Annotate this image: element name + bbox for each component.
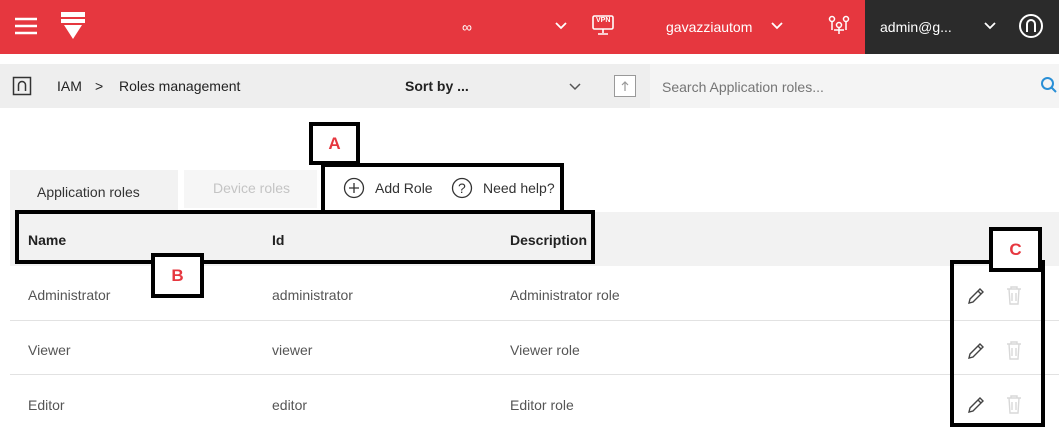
annotation-box-a <box>321 163 564 214</box>
table-row-id: editor <box>272 397 308 413</box>
tab-application-roles-label: Application roles <box>37 184 140 200</box>
annotation-box-c <box>950 260 1045 427</box>
table-row-description: Viewer role <box>510 342 580 358</box>
row-divider <box>10 320 1059 321</box>
user-chevron-down-icon[interactable] <box>982 18 998 34</box>
chevron-down-icon[interactable] <box>553 18 569 34</box>
breadcrumb-separator: > <box>95 78 104 94</box>
table-row-id: viewer <box>272 342 313 358</box>
table-row-name: Editor <box>28 397 65 413</box>
tab-application-roles[interactable]: Application roles <box>10 170 178 212</box>
sort-by-select[interactable]: Sort by ... <box>405 78 469 94</box>
tenant-chevron-down-icon[interactable] <box>769 18 785 34</box>
power-logout-icon[interactable] <box>1017 12 1045 40</box>
sort-chevron-down-icon[interactable] <box>568 80 582 94</box>
hamburger-menu-icon[interactable] <box>12 12 40 40</box>
breadcrumb-current: Roles management <box>119 78 241 94</box>
table-row-id: administrator <box>272 287 353 303</box>
table-row-description: Editor role <box>510 397 574 413</box>
vpn-label: VPN <box>596 17 611 24</box>
tab-device-roles[interactable]: Device roles <box>184 170 317 208</box>
table-row-name: Viewer <box>28 342 71 358</box>
tab-device-roles-label: Device roles <box>213 180 291 196</box>
table-row-name: Administrator <box>28 287 111 303</box>
tenant-selector[interactable]: gavazziautom <box>666 19 752 35</box>
network-nodes-icon[interactable] <box>826 12 852 38</box>
user-account-label[interactable]: admin@g... <box>880 19 952 35</box>
annotation-box-b <box>15 210 595 264</box>
app-switcher-icon[interactable] <box>12 76 32 96</box>
search-icon[interactable] <box>1040 76 1058 94</box>
table-row-description: Administrator role <box>510 287 620 303</box>
breadcrumb-iam[interactable]: IAM <box>57 78 82 94</box>
row-divider <box>10 374 1059 375</box>
infinity-icon[interactable]: ∞ <box>462 19 472 35</box>
sort-direction-button[interactable] <box>614 75 636 97</box>
vpn-icon[interactable]: VPN <box>590 12 616 38</box>
search-input[interactable] <box>660 72 1024 102</box>
annotation-label-a: A <box>309 122 360 165</box>
annotation-label-b: B <box>151 253 204 298</box>
annotation-label-c: C <box>989 227 1042 272</box>
brand-logo-icon <box>60 10 86 40</box>
